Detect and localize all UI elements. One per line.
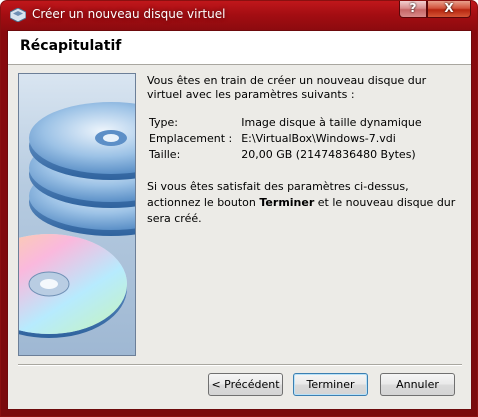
summary-key: Taille: <box>149 148 181 161</box>
wizard-client: Récapitulatif Vous êtes en train de crée… <box>7 30 472 410</box>
page-title: Récapitulatif <box>20 38 122 54</box>
disk-stack-icon <box>18 73 136 356</box>
cancel-button[interactable]: Annuler <box>380 373 455 396</box>
summary-row-location: Emplacement : E:\VirtualBox\Windows-7.vd… <box>149 132 426 148</box>
button-divider <box>18 364 462 366</box>
summary-table: Type: Image disque à taille dynamique Em… <box>149 116 426 164</box>
footer-text-bold: Terminer <box>259 196 315 209</box>
virtualbox-icon <box>9 7 27 23</box>
wizard-window: Créer un nouveau disque virtuel ? X Réca… <box>0 0 478 417</box>
help-button[interactable]: ? <box>399 1 427 18</box>
header-panel: Récapitulatif <box>8 31 471 65</box>
close-button[interactable]: X <box>427 1 471 18</box>
back-button[interactable]: < Précédent <box>208 373 283 396</box>
summary-value: E:\VirtualBox\Windows-7.vdi <box>241 132 396 145</box>
summary-intro: Vous êtes en train de créer un nouveau d… <box>147 74 427 101</box>
window-title: Créer un nouveau disque virtuel <box>32 7 226 21</box>
summary-row-size: Taille: 20,00 GB (21474836480 Bytes) <box>149 148 426 164</box>
summary-footer: Si vous êtes satisfait des paramètres ci… <box>147 179 462 227</box>
summary-value: 20,00 GB (21474836480 Bytes) <box>241 148 416 161</box>
summary-value: Image disque à taille dynamique <box>241 116 422 129</box>
summary-key: Emplacement : <box>149 132 233 145</box>
finish-button[interactable]: Terminer <box>293 373 368 396</box>
summary-key: Type: <box>149 116 178 129</box>
summary-row-type: Type: Image disque à taille dynamique <box>149 116 426 132</box>
